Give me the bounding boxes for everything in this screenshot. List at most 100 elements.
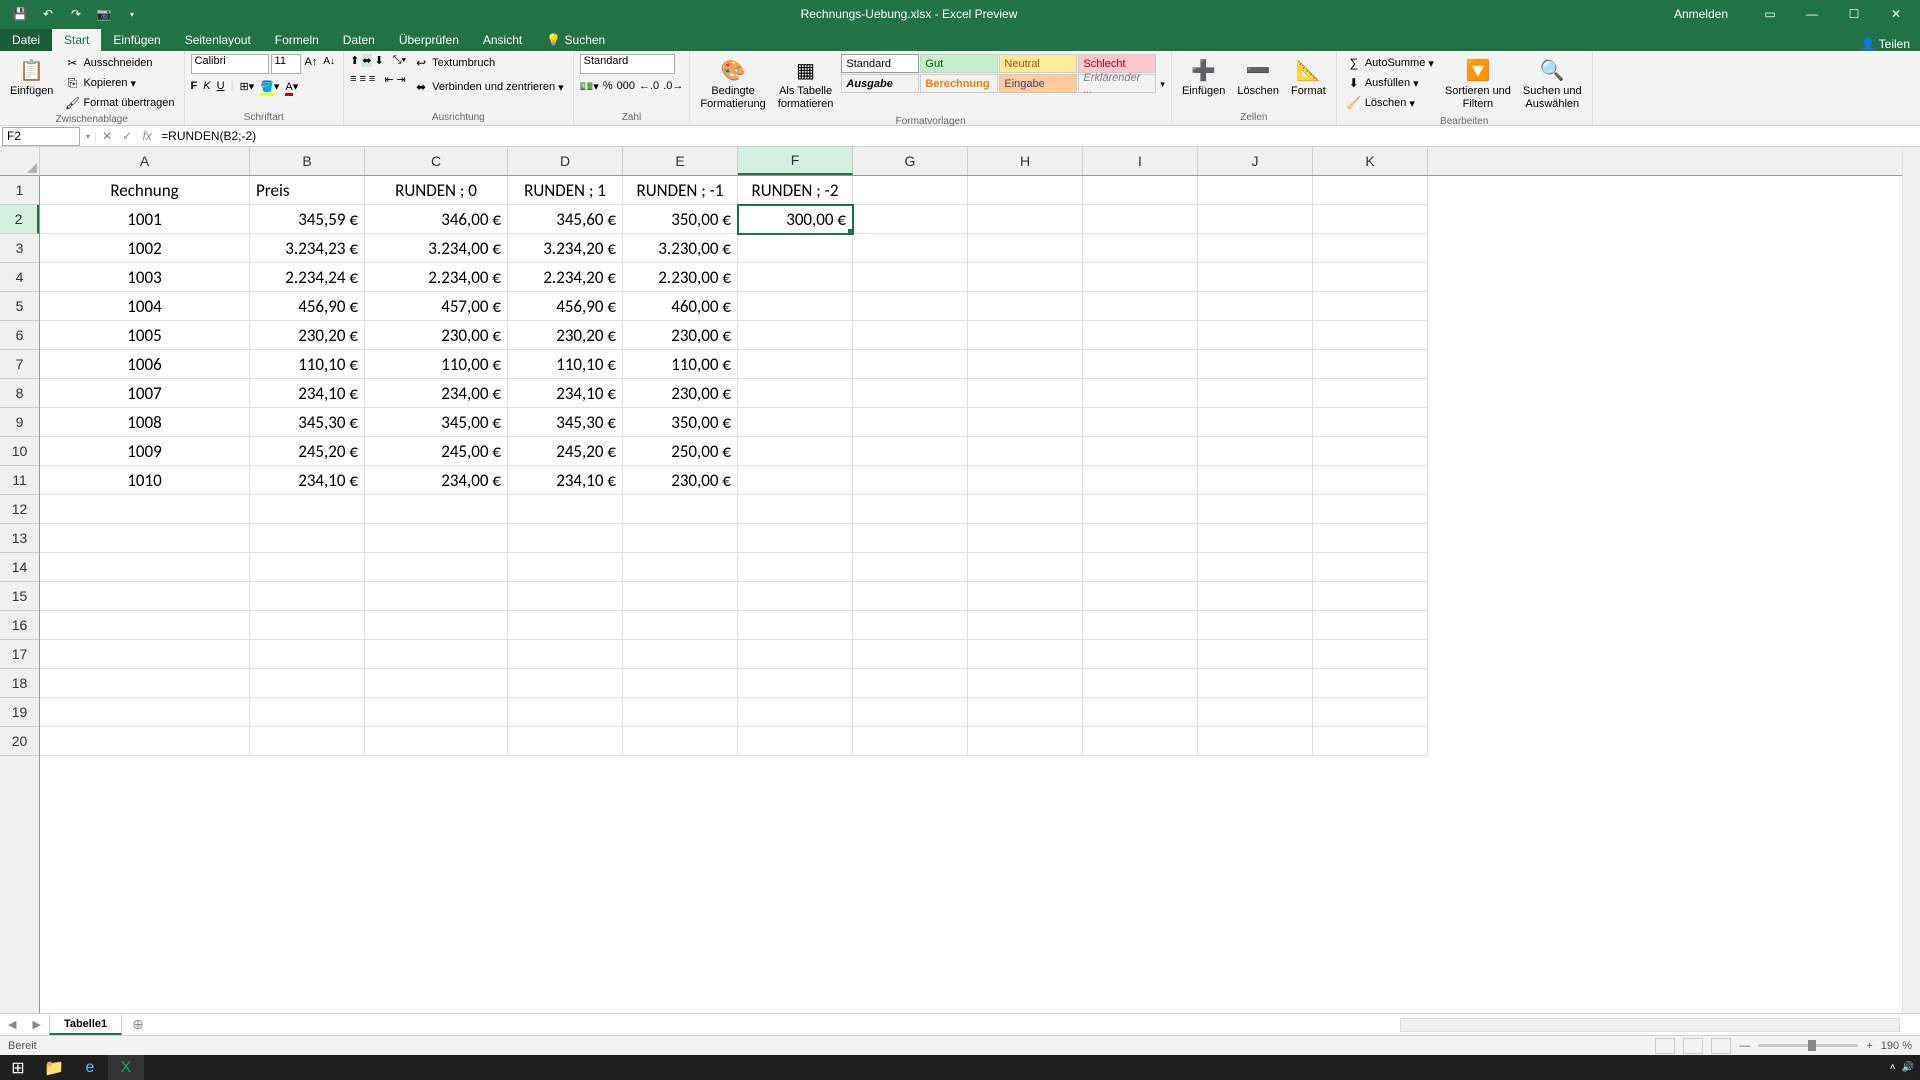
format-painter-button[interactable]: 🖌Format übertragen bbox=[61, 94, 177, 112]
underline-button[interactable]: U bbox=[217, 80, 225, 93]
cell-C19[interactable] bbox=[365, 698, 508, 727]
cell-E15[interactable] bbox=[623, 582, 738, 611]
cell-G7[interactable] bbox=[853, 350, 968, 379]
merge-center-button[interactable]: ⬌Verbinden und zentrieren ▾ bbox=[410, 78, 566, 96]
cell-D2[interactable]: 345,60 € bbox=[508, 205, 623, 234]
decrease-indent-icon[interactable]: ⇤ bbox=[384, 73, 393, 86]
cell-F13[interactable] bbox=[738, 524, 853, 553]
cell-A14[interactable] bbox=[40, 553, 250, 582]
row-header-10[interactable]: 10 bbox=[0, 437, 39, 466]
cell-C11[interactable]: 234,00 € bbox=[365, 466, 508, 495]
cell-J15[interactable] bbox=[1198, 582, 1313, 611]
cell-I16[interactable] bbox=[1083, 611, 1198, 640]
style-berechnung[interactable]: Berechnung bbox=[920, 74, 998, 93]
cell-K3[interactable] bbox=[1313, 234, 1428, 263]
font-color-button[interactable]: A▾ bbox=[285, 80, 298, 93]
cell-I8[interactable] bbox=[1083, 379, 1198, 408]
font-size-select[interactable]: 11 bbox=[271, 54, 301, 74]
sheet-nav-prev[interactable]: ◀ bbox=[0, 1018, 24, 1031]
styles-gallery-more[interactable]: ▾ bbox=[1160, 79, 1165, 90]
zoom-level[interactable]: 190 % bbox=[1881, 1040, 1912, 1052]
file-explorer-icon[interactable]: 📁 bbox=[36, 1055, 72, 1080]
cell-J7[interactable] bbox=[1198, 350, 1313, 379]
cell-C13[interactable] bbox=[365, 524, 508, 553]
cell-J14[interactable] bbox=[1198, 553, 1313, 582]
tab-einfuegen[interactable]: Einfügen bbox=[101, 29, 172, 51]
cell-E10[interactable]: 250,00 € bbox=[623, 437, 738, 466]
tab-seitenlayout[interactable]: Seitenlayout bbox=[173, 29, 263, 51]
cell-A9[interactable]: 1008 bbox=[40, 408, 250, 437]
decrease-decimal-icon[interactable]: .0→ bbox=[663, 80, 683, 93]
cell-D16[interactable] bbox=[508, 611, 623, 640]
cell-G8[interactable] bbox=[853, 379, 968, 408]
align-right-icon[interactable]: ≡ bbox=[369, 73, 375, 86]
cell-G14[interactable] bbox=[853, 553, 968, 582]
wrap-text-button[interactable]: ↩Textumbruch bbox=[410, 54, 566, 72]
cell-H8[interactable] bbox=[968, 379, 1083, 408]
cell-G6[interactable] bbox=[853, 321, 968, 350]
cell-G9[interactable] bbox=[853, 408, 968, 437]
cell-E19[interactable] bbox=[623, 698, 738, 727]
cell-A18[interactable] bbox=[40, 669, 250, 698]
close-button[interactable]: ✕ bbox=[1876, 0, 1916, 28]
cell-G10[interactable] bbox=[853, 437, 968, 466]
orientation-icon[interactable]: ⤡▾ bbox=[393, 54, 406, 67]
cell-I5[interactable] bbox=[1083, 292, 1198, 321]
select-all-corner[interactable] bbox=[0, 147, 40, 176]
cell-A15[interactable] bbox=[40, 582, 250, 611]
row-header-8[interactable]: 8 bbox=[0, 379, 39, 408]
cell-G18[interactable] bbox=[853, 669, 968, 698]
cell-E8[interactable]: 230,00 € bbox=[623, 379, 738, 408]
row-header-18[interactable]: 18 bbox=[0, 669, 39, 698]
cell-H9[interactable] bbox=[968, 408, 1083, 437]
cell-G15[interactable] bbox=[853, 582, 968, 611]
cell-A1[interactable]: Rechnung bbox=[40, 176, 250, 205]
cell-B20[interactable] bbox=[250, 727, 365, 756]
cell-K19[interactable] bbox=[1313, 698, 1428, 727]
cell-H18[interactable] bbox=[968, 669, 1083, 698]
cell-K2[interactable] bbox=[1313, 205, 1428, 234]
cell-D12[interactable] bbox=[508, 495, 623, 524]
tab-daten[interactable]: Daten bbox=[331, 29, 387, 51]
cell-D6[interactable]: 230,20 € bbox=[508, 321, 623, 350]
cell-H2[interactable] bbox=[968, 205, 1083, 234]
cell-G4[interactable] bbox=[853, 263, 968, 292]
cell-C14[interactable] bbox=[365, 553, 508, 582]
style-schlecht[interactable]: Schlecht bbox=[1078, 54, 1156, 73]
cell-E14[interactable] bbox=[623, 553, 738, 582]
cell-K17[interactable] bbox=[1313, 640, 1428, 669]
cancel-formula-icon[interactable]: ✕ bbox=[97, 129, 117, 143]
number-format-select[interactable]: Standard bbox=[580, 54, 675, 74]
tray-chevron-icon[interactable]: ˄ bbox=[1890, 1062, 1896, 1073]
cell-K18[interactable] bbox=[1313, 669, 1428, 698]
thousands-icon[interactable]: 000 bbox=[617, 80, 635, 93]
column-header-C[interactable]: C bbox=[365, 147, 508, 175]
autosum-button[interactable]: ∑AutoSumme ▾ bbox=[1343, 54, 1437, 72]
column-header-E[interactable]: E bbox=[623, 147, 738, 175]
column-header-J[interactable]: J bbox=[1198, 147, 1313, 175]
ribbon-display-icon[interactable]: ▭ bbox=[1750, 0, 1790, 28]
cell-F6[interactable] bbox=[738, 321, 853, 350]
cell-B12[interactable] bbox=[250, 495, 365, 524]
cell-F17[interactable] bbox=[738, 640, 853, 669]
cell-D4[interactable]: 2.234,20 € bbox=[508, 263, 623, 292]
row-header-5[interactable]: 5 bbox=[0, 292, 39, 321]
cell-D15[interactable] bbox=[508, 582, 623, 611]
volume-icon[interactable]: 🔊 bbox=[1902, 1062, 1914, 1073]
cell-J1[interactable] bbox=[1198, 176, 1313, 205]
cell-K4[interactable] bbox=[1313, 263, 1428, 292]
cell-J8[interactable] bbox=[1198, 379, 1313, 408]
cell-A4[interactable]: 1003 bbox=[40, 263, 250, 292]
minimize-button[interactable]: — bbox=[1792, 0, 1832, 28]
cell-B9[interactable]: 345,30 € bbox=[250, 408, 365, 437]
cell-E6[interactable]: 230,00 € bbox=[623, 321, 738, 350]
cell-A2[interactable]: 1001 bbox=[40, 205, 250, 234]
cell-K16[interactable] bbox=[1313, 611, 1428, 640]
cell-K12[interactable] bbox=[1313, 495, 1428, 524]
cell-B17[interactable] bbox=[250, 640, 365, 669]
cell-C17[interactable] bbox=[365, 640, 508, 669]
cell-F4[interactable] bbox=[738, 263, 853, 292]
cell-D9[interactable]: 345,30 € bbox=[508, 408, 623, 437]
cell-J5[interactable] bbox=[1198, 292, 1313, 321]
row-header-14[interactable]: 14 bbox=[0, 553, 39, 582]
